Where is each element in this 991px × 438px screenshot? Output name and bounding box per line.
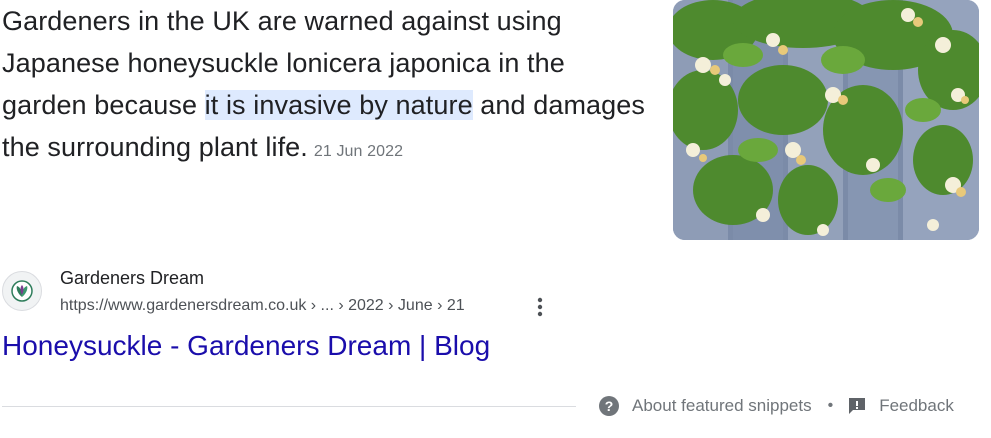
help-circle-icon: ?: [599, 396, 619, 416]
feedback-label: Feedback: [879, 396, 954, 415]
about-featured-snippets-label: About featured snippets: [632, 396, 812, 415]
snippet-footer: ? About featured snippets • Feedback: [598, 394, 954, 418]
footer-divider: [2, 406, 576, 407]
feedback-icon: [849, 398, 866, 414]
site-name[interactable]: Gardeners Dream: [60, 268, 204, 289]
feedback-link[interactable]: Feedback: [847, 396, 954, 416]
snippet-date: 21 Jun 2022: [313, 143, 404, 160]
more-options-button[interactable]: [530, 296, 550, 318]
result-title-link[interactable]: Honeysuckle - Gardeners Dream | Blog: [2, 330, 490, 362]
honeysuckle-thumbnail[interactable]: [673, 0, 979, 240]
snippet-highlight: it is invasive by nature: [204, 90, 473, 120]
more-vert-icon: [537, 297, 543, 317]
featured-snippet-text: Gardeners in the UK are warned against u…: [2, 0, 652, 173]
gardeners-dream-logo-icon: [11, 280, 33, 302]
footer-separator: •: [827, 397, 834, 414]
about-featured-snippets-link[interactable]: ? About featured snippets: [598, 395, 812, 417]
svg-text:?: ?: [605, 398, 614, 414]
site-url-breadcrumb[interactable]: https://www.gardenersdream.co.uk › ... ›…: [60, 297, 465, 315]
honeysuckle-photo-icon: [673, 0, 979, 240]
site-favicon[interactable]: [2, 271, 42, 311]
